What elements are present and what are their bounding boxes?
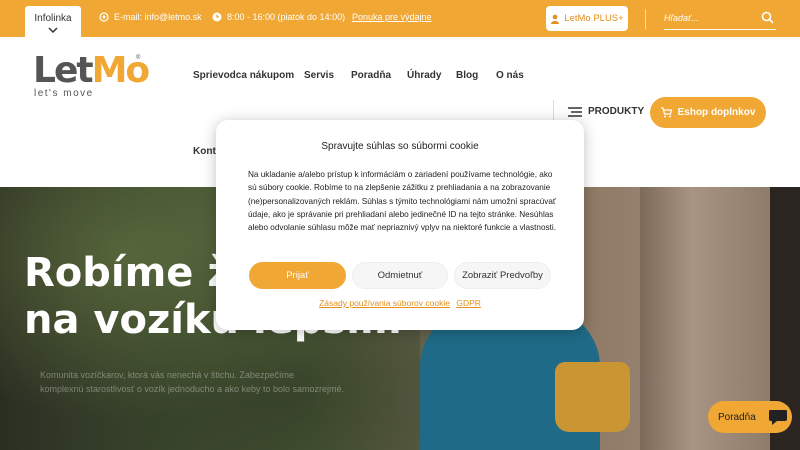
- hero-subtitle-line2: komplexnú starostlivosť o vozík jednoduc…: [40, 384, 345, 394]
- infolinka-dropdown[interactable]: Infolinka: [25, 6, 81, 37]
- user-icon: [551, 14, 560, 24]
- logo-wordmark: LetMo: [33, 50, 150, 91]
- topbar-divider: [645, 9, 646, 29]
- clock-icon: [212, 12, 222, 22]
- cookie-modal-body: Na ukladanie a/alebo prístup k informáci…: [248, 170, 556, 233]
- nav-item-sprievodca[interactable]: Sprievodca nákupom: [193, 70, 294, 81]
- cart-icon: [660, 107, 672, 118]
- chat-bubble-icon: [768, 410, 787, 425]
- top-bar: Infolinka E-mail: info@letmo.sk 8:00 - 1…: [0, 0, 800, 37]
- letmo-plus-button[interactable]: LetMo PLUS+: [546, 6, 628, 31]
- chevron-down-icon: [48, 27, 58, 33]
- logo-let: Let: [33, 50, 94, 91]
- search-icon[interactable]: [761, 11, 774, 24]
- nav-item-o-nas[interactable]: O nás: [496, 70, 524, 81]
- cookie-consent-modal: Spravujte súhlas so súbormi cookie Na uk…: [216, 120, 584, 330]
- gdpr-link[interactable]: GDPR: [456, 298, 481, 308]
- hours-text: 8:00 - 16:00 (piatok do 14:00): [227, 12, 346, 22]
- logo-registered: ®: [136, 55, 141, 61]
- infolinka-label: Infolinka: [34, 13, 72, 24]
- nav-item-blog[interactable]: Blog: [456, 70, 478, 81]
- logo-tagline: let's move: [34, 88, 94, 99]
- deny-button[interactable]: Odmietnuť: [352, 262, 448, 289]
- at-icon: [99, 12, 109, 22]
- eshop-label: Eshop doplnkov: [677, 107, 756, 118]
- menu-icon: [568, 106, 582, 117]
- cookie-modal-title: Spravujte súhlas so súbormi cookie: [321, 141, 479, 152]
- nav-item-poradna[interactable]: Poradňa: [351, 70, 391, 81]
- letmo-logo[interactable]: LetMo ® let's move: [33, 50, 150, 103]
- accept-button[interactable]: Prijať: [249, 262, 346, 289]
- products-menu-button[interactable]: PRODUKTY: [568, 106, 644, 117]
- hero-subtitle-line1: Komunita vozíčkarov, ktorá vás nenechá v…: [40, 370, 294, 380]
- search-input[interactable]: [664, 10, 754, 26]
- eshop-button[interactable]: Eshop doplnkov: [650, 97, 766, 128]
- chat-label: Poradňa: [718, 411, 756, 423]
- chat-widget-button[interactable]: Poradňa: [708, 401, 792, 433]
- plus-button-label: LetMo PLUS+: [564, 13, 624, 24]
- email-text: E-mail: info@letmo.sk: [114, 12, 202, 22]
- opening-hours: 8:00 - 16:00 (piatok do 14:00): [212, 12, 345, 22]
- nav-item-servis[interactable]: Servis: [304, 70, 334, 81]
- hero-bag: [555, 362, 630, 432]
- cookie-policy-link[interactable]: Zásady používania súborov cookie: [319, 298, 450, 308]
- email-contact[interactable]: E-mail: info@letmo.sk: [99, 12, 202, 22]
- preferences-button[interactable]: Zobraziť Predvoľby: [454, 262, 551, 289]
- products-label: PRODUKTY: [588, 106, 645, 117]
- hero-subtitle: Komunita vozíčkarov, ktorá vás nenechá v…: [40, 368, 344, 396]
- offer-link[interactable]: Ponuka pre výdajne: [352, 12, 432, 22]
- search-box: [664, 8, 776, 30]
- cookie-modal-links: Zásady používania súborov cookie GDPR: [216, 298, 584, 308]
- nav-item-uhrady[interactable]: Úhrady: [407, 70, 441, 81]
